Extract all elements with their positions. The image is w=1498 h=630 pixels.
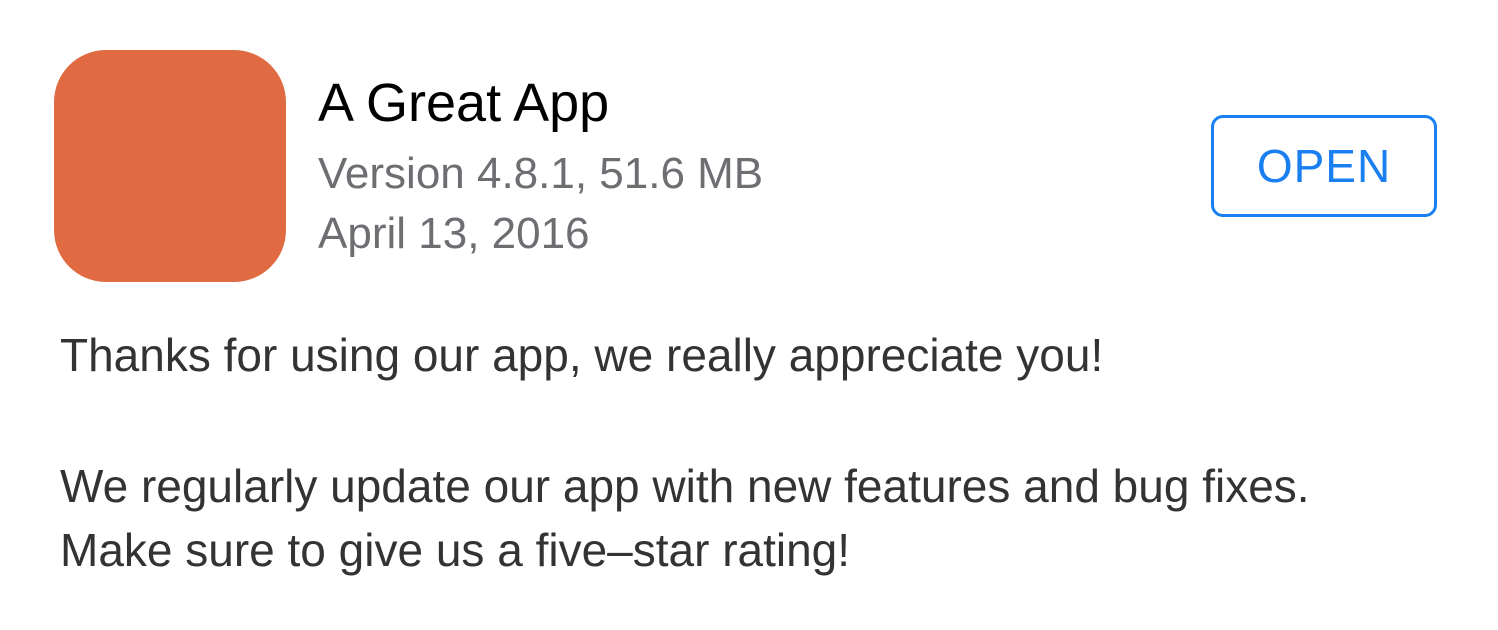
open-button[interactable]: OPEN: [1211, 115, 1437, 217]
app-title: A Great App: [318, 73, 610, 133]
release-notes-paragraph: Thanks for using our app, we really appr…: [60, 329, 1104, 381]
release-notes-paragraph: We regularly update our app with new fea…: [60, 460, 1310, 576]
app-version-size: Version 4.8.1, 51.6 MB: [318, 149, 764, 198]
app-icon: [54, 50, 286, 282]
app-release-date: April 13, 2016: [318, 209, 590, 258]
